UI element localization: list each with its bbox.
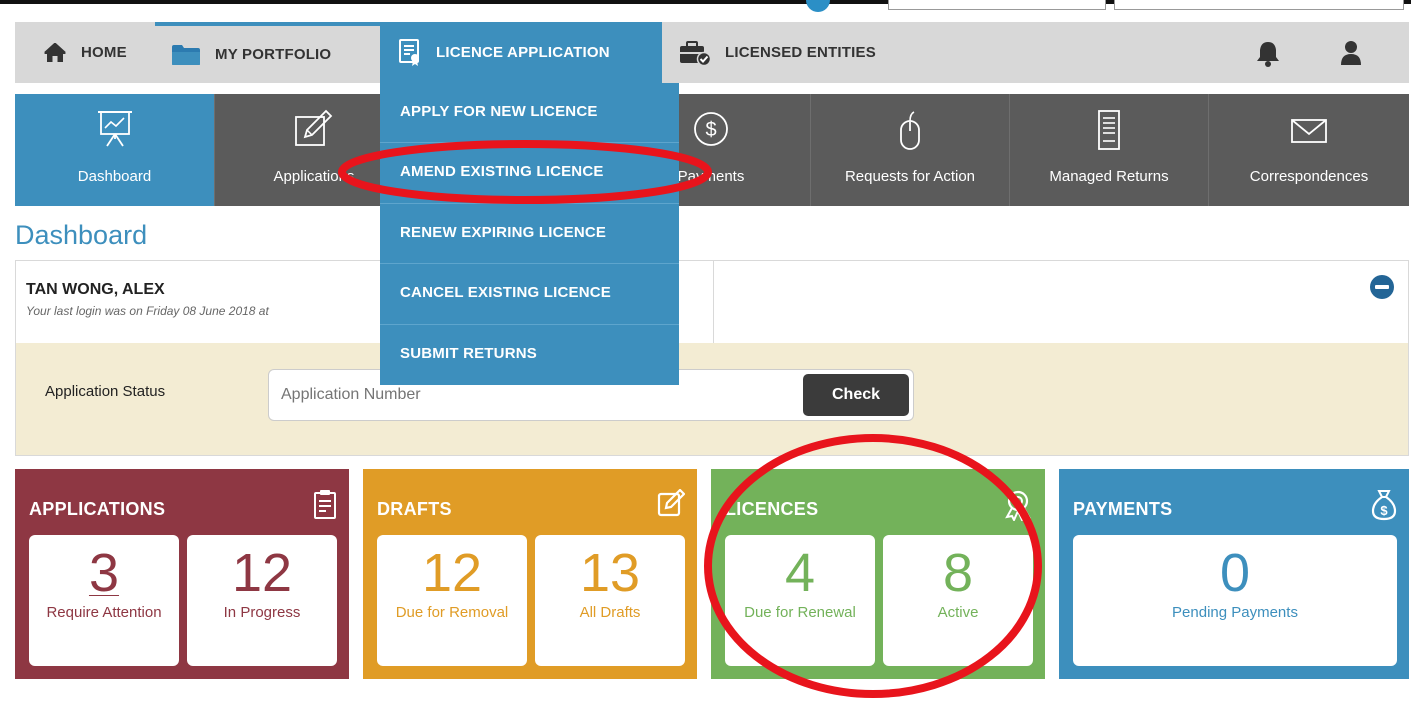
stat-all-drafts[interactable]: 13 All Drafts — [535, 535, 685, 666]
tile-nav: Dashboard Applications $ Payments Reques… — [15, 94, 1409, 206]
stat-label: Active — [937, 604, 979, 621]
stat-value: 12 — [421, 543, 483, 603]
top-field-1[interactable] — [888, 0, 1106, 10]
card-drafts: DRAFTS 12 Due for Removal 13 All Drafts — [363, 469, 697, 679]
folder-icon — [171, 44, 201, 66]
stat-value: 13 — [579, 543, 641, 603]
document-icon — [1010, 109, 1208, 151]
menu-submit-returns[interactable]: SUBMIT RETURNS — [380, 325, 679, 385]
page-title: Dashboard — [15, 220, 148, 250]
stat-value: 8 — [942, 543, 974, 603]
card-licences-title: LICENCES — [725, 499, 819, 519]
stat-label: All Drafts — [579, 604, 641, 621]
svg-text:$: $ — [705, 119, 716, 141]
collapse-minus-icon[interactable] — [1370, 275, 1394, 299]
home-icon — [43, 42, 67, 63]
tile-requests-label: Requests for Action — [844, 168, 976, 185]
check-button[interactable]: Check — [803, 374, 909, 416]
stat-label: Due for Removal — [395, 604, 509, 621]
nav-licence-application[interactable]: LICENCE APPLICATION — [380, 22, 662, 83]
application-status-bar: Application Status Check — [16, 343, 1408, 455]
card-applications-title: APPLICATIONS — [29, 499, 166, 519]
menu-apply-new-licence[interactable]: APPLY FOR NEW LICENCE — [380, 83, 679, 144]
last-login-text: Your last login was on Friday 08 June 20… — [26, 304, 269, 318]
stat-active[interactable]: 8 Active — [883, 535, 1033, 666]
menu-amend-existing-licence[interactable]: AMEND EXISTING LICENCE — [380, 143, 679, 204]
stat-due-for-removal[interactable]: 12 Due for Removal — [377, 535, 527, 666]
stat-value: 4 — [784, 543, 816, 603]
card-applications: APPLICATIONS 3 Require Attention 12 In P… — [15, 469, 349, 679]
card-licences: LICENCES 4 Due for Renewal 8 Active — [711, 469, 1045, 679]
presentation-chart-icon — [15, 109, 214, 149]
tile-dashboard[interactable]: Dashboard — [15, 94, 214, 206]
application-status-label: Application Status — [45, 383, 166, 400]
card-payments-title: PAYMENTS — [1073, 499, 1173, 519]
money-bag-icon: $ — [1371, 489, 1397, 526]
award-ribbon-icon — [1003, 489, 1033, 526]
briefcase-check-icon — [679, 40, 711, 66]
tile-correspondences-label: Correspondences — [1249, 168, 1369, 185]
card-payments: PAYMENTS $ 0 Pending Payments — [1059, 469, 1409, 679]
nav-licensed-entities[interactable]: LICENSED ENTITIES — [679, 22, 876, 83]
bell-icon[interactable] — [1255, 40, 1281, 73]
tile-correspondences[interactable]: Correspondences — [1208, 94, 1409, 206]
nav-licence-label: LICENCE APPLICATION — [436, 44, 610, 61]
licence-application-dropdown: APPLY FOR NEW LICENCE AMEND EXISTING LIC… — [380, 83, 679, 385]
tile-returns-label: Managed Returns — [1049, 168, 1169, 185]
tile-managed-returns[interactable]: Managed Returns — [1009, 94, 1208, 206]
nav-entities-label: LICENSED ENTITIES — [725, 44, 876, 61]
user-panel: TAN WONG, ALEX Your last login was on Fr… — [15, 260, 1409, 456]
top-strip — [0, 0, 1411, 12]
top-field-2[interactable] — [1114, 0, 1404, 10]
stat-pending-payments[interactable]: 0 Pending Payments — [1073, 535, 1397, 666]
stat-label: Due for Renewal — [744, 604, 856, 621]
certificate-icon — [398, 38, 422, 67]
user-icon[interactable] — [1340, 40, 1362, 71]
menu-renew-expiring-licence[interactable]: RENEW EXPIRING LICENCE — [380, 204, 679, 265]
stat-value: 3 — [88, 543, 120, 603]
panel-divider — [713, 261, 714, 343]
stat-label: Require Attention — [46, 604, 162, 621]
user-name: TAN WONG, ALEX — [26, 281, 165, 298]
mouse-icon — [811, 109, 1009, 151]
nav-my-portfolio[interactable]: MY PORTFOLIO — [155, 22, 387, 83]
nav-portfolio-label: MY PORTFOLIO — [215, 46, 332, 63]
tile-requests-for-action[interactable]: Requests for Action — [810, 94, 1009, 206]
main-nav: HOME MY PORTFOLIO LICENCE APPLICATION LI… — [15, 22, 1409, 83]
svg-text:$: $ — [1380, 503, 1388, 518]
card-drafts-title: DRAFTS — [377, 499, 452, 519]
stat-value: 12 — [231, 543, 293, 603]
stat-require-attention[interactable]: 3 Require Attention — [29, 535, 179, 666]
nav-home[interactable]: HOME — [43, 22, 127, 83]
stat-label: In Progress — [223, 604, 301, 621]
help-badge[interactable] — [806, 0, 830, 12]
menu-cancel-existing-licence[interactable]: CANCEL EXISTING LICENCE — [380, 264, 679, 325]
envelope-icon — [1209, 109, 1409, 149]
nav-home-label: HOME — [81, 44, 127, 61]
stat-in-progress[interactable]: 12 In Progress — [187, 535, 337, 666]
clipboard-icon — [313, 489, 337, 524]
edit-icon — [657, 488, 686, 522]
stat-due-for-renewal[interactable]: 4 Due for Renewal — [725, 535, 875, 666]
stat-label: Pending Payments — [1172, 604, 1298, 621]
tile-dashboard-label: Dashboard — [77, 168, 152, 185]
stat-value: 0 — [1219, 543, 1251, 603]
